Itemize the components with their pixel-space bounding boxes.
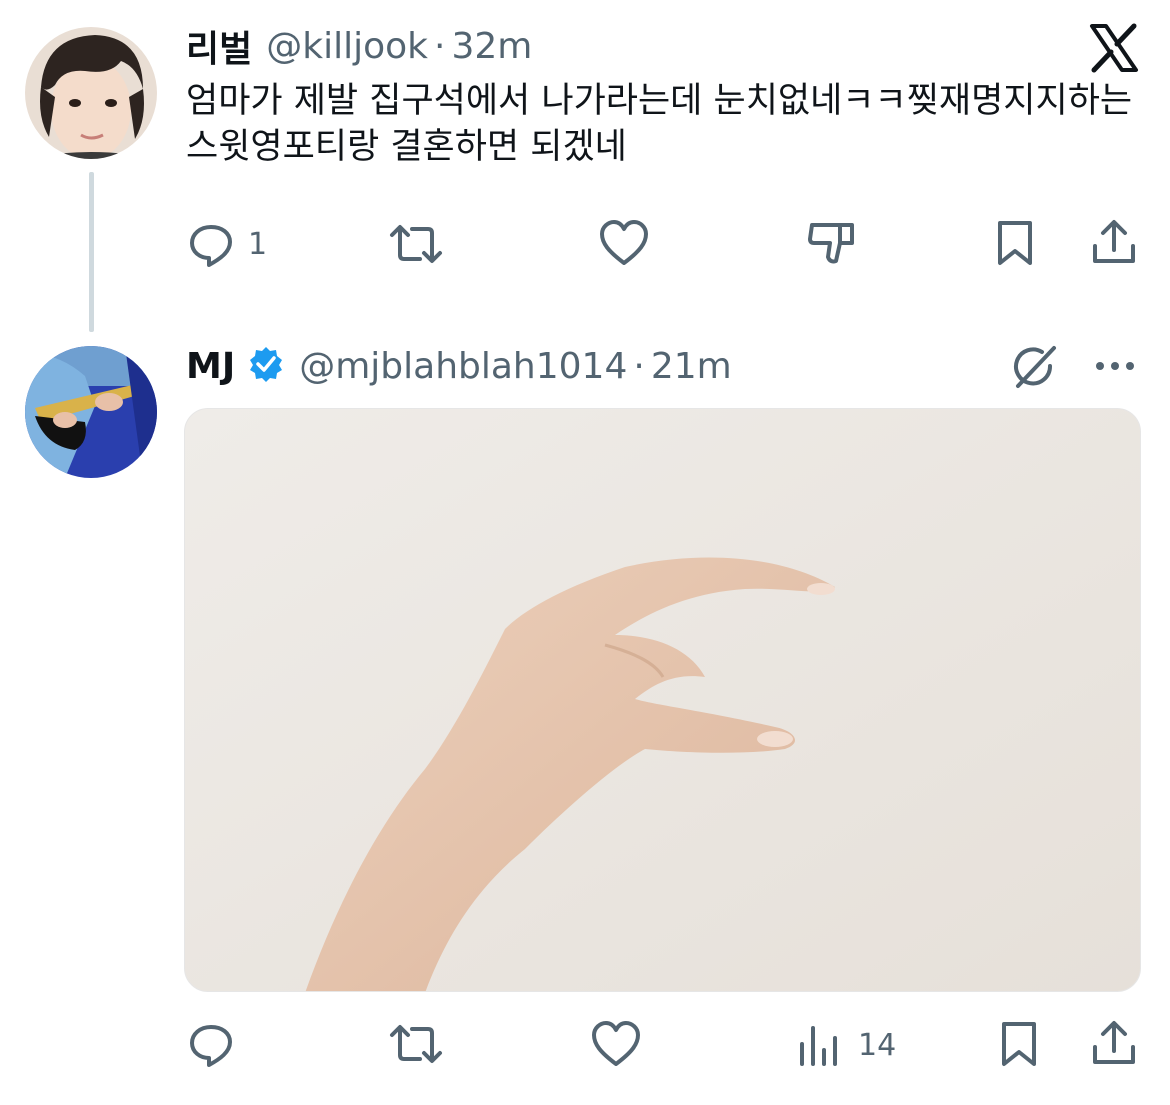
reply-icon (190, 225, 232, 267)
timestamp[interactable]: 21m (651, 346, 732, 387)
grok-icon[interactable] (1010, 344, 1060, 390)
like-icon (600, 220, 648, 265)
verified-badge-icon (247, 345, 285, 387)
timestamp[interactable]: 32m (451, 26, 532, 67)
share-icon (1093, 220, 1135, 263)
author-handle[interactable]: @mjblahblah1014 (299, 346, 627, 387)
retweet-button[interactable] (388, 221, 444, 267)
retweet-icon (390, 225, 442, 263)
views-icon (800, 1026, 837, 1066)
author-name[interactable]: MJ (186, 346, 235, 387)
avatar-mj[interactable] (25, 346, 157, 478)
x-logo-icon[interactable] (1088, 22, 1140, 74)
tweet-header: 리벌 @killjook · 32m (186, 20, 532, 72)
like-icon (592, 1021, 640, 1066)
avatar-riebel-image (25, 27, 157, 159)
views-button[interactable]: 14 (798, 1024, 896, 1066)
share-icon (1093, 1021, 1135, 1064)
tweet-media-image[interactable] (184, 408, 1141, 992)
thread-line (89, 172, 94, 332)
bookmark-icon (998, 221, 1032, 265)
hand-gesture-image (185, 409, 1140, 991)
tweet-header: MJ @mjblahblah1014 · 21m (186, 342, 732, 390)
bookmark-button[interactable] (998, 1020, 1040, 1068)
like-button[interactable] (598, 219, 650, 267)
retweet-icon (390, 1025, 442, 1063)
bookmark-icon (1002, 1022, 1036, 1066)
tweet-text: 엄마가 제발 집구석에서 나가라는데 눈치없네ㅋㅋ찢재명지지하는 스윗영포티랑 … (186, 81, 1133, 167)
bookmark-button[interactable] (994, 219, 1036, 267)
retweet-button[interactable] (388, 1021, 444, 1067)
avatar-mj-image (25, 346, 157, 478)
share-button[interactable] (1090, 1019, 1138, 1067)
dislike-button[interactable] (806, 219, 858, 267)
dislike-icon (808, 223, 854, 264)
separator: · (633, 345, 645, 387)
author-name[interactable]: 리벌 (186, 20, 252, 72)
author-handle[interactable]: @killjook (266, 26, 428, 67)
like-button[interactable] (590, 1020, 642, 1068)
separator: · (434, 25, 446, 67)
more-icon[interactable] (1092, 354, 1138, 378)
avatar-riebel[interactable] (25, 27, 157, 159)
reply-count: 1 (248, 226, 268, 262)
views-count: 14 (858, 1027, 897, 1063)
reply-button[interactable] (188, 1021, 234, 1067)
reply-icon (190, 1025, 232, 1067)
share-button[interactable] (1090, 218, 1138, 266)
reply-button[interactable]: 1 (188, 221, 267, 267)
